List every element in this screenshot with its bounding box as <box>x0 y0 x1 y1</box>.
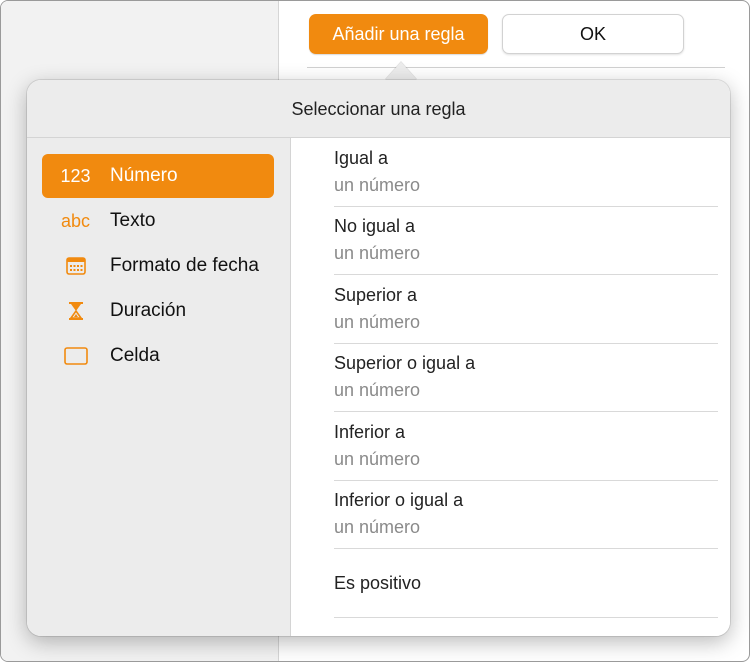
rule-title: Inferior o igual a <box>334 490 464 510</box>
rule-title: Igual a <box>334 148 389 168</box>
rule-item-less-or-equal[interactable]: Inferior o igual a un número <box>334 480 718 549</box>
rule-title: Es positivo <box>334 573 422 593</box>
category-label: Texto <box>110 210 156 231</box>
rule-subtitle: un número <box>334 175 421 195</box>
rule-item-equal[interactable]: Igual a un número <box>334 138 718 207</box>
add-rule-button[interactable]: Añadir una regla <box>309 14 488 54</box>
category-item-number[interactable]: 123 Número <box>42 154 274 198</box>
rule-subtitle: un número <box>334 243 421 263</box>
category-label: Formato de fecha <box>110 255 259 276</box>
category-label: Duración <box>110 300 187 321</box>
rule-title: Superior o igual a <box>334 353 476 373</box>
category-item-cell[interactable]: Celda <box>42 334 274 378</box>
popover-title: Seleccionar una regla <box>27 80 730 138</box>
rule-item-less[interactable]: Inferior a un número <box>334 412 718 481</box>
category-label: Número <box>110 165 178 186</box>
rule-title: Inferior a <box>334 422 406 442</box>
rule-title: Superior a <box>334 285 418 305</box>
rule-subtitle: un número <box>334 449 421 469</box>
cell-icon <box>42 334 109 378</box>
ok-button[interactable]: OK <box>502 14 684 54</box>
rule-title: No igual a <box>334 216 416 236</box>
rule-popover: Seleccionar una regla 123 Número abc Tex… <box>27 80 730 636</box>
rule-item-greater[interactable]: Superior a un número <box>334 275 718 344</box>
rule-subtitle: un número <box>334 312 421 332</box>
category-item-text[interactable]: abc Texto <box>42 199 274 243</box>
rule-subtitle: un número <box>334 517 421 537</box>
calendar-icon <box>42 244 109 288</box>
hourglass-icon <box>42 289 109 333</box>
window: Añadir una regla OK Seleccionar una regl… <box>0 0 750 662</box>
text-icon: abc <box>60 211 91 231</box>
rule-subtitle: un número <box>334 380 421 400</box>
category-item-date-format[interactable]: Formato de fecha <box>42 244 274 288</box>
rule-item-greater-or-equal[interactable]: Superior o igual a un número <box>334 343 718 412</box>
background-divider <box>307 67 725 68</box>
category-item-duration[interactable]: Duración <box>42 289 274 333</box>
rule-list: Igual a un número No igual a un número S… <box>291 138 730 636</box>
number-icon: 123 <box>60 166 91 186</box>
category-label: Celda <box>110 345 160 366</box>
rule-item-not-equal[interactable]: No igual a un número <box>334 206 718 275</box>
category-sidebar: 123 Número abc Texto Formato de fecha Du… <box>27 138 291 636</box>
rule-item-is-positive[interactable]: Es positivo <box>334 549 718 618</box>
popover-arrow <box>385 62 417 80</box>
